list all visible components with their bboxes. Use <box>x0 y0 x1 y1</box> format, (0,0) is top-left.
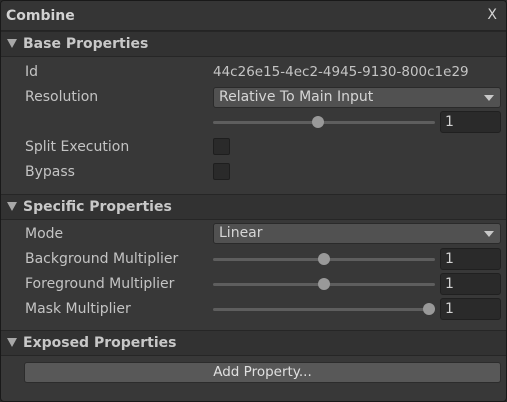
split-execution-label: Split Execution <box>25 139 130 155</box>
close-button[interactable]: X <box>487 7 497 23</box>
mask-multiplier-slider[interactable] <box>213 302 435 316</box>
triangle-down-icon <box>7 39 17 48</box>
section-header-base-properties[interactable]: Base Properties <box>1 31 506 57</box>
mask-multiplier-field[interactable]: 1 <box>440 298 501 320</box>
background-multiplier-slider[interactable] <box>213 252 435 266</box>
mode-dropdown-value: Linear <box>219 225 263 241</box>
id-value: 44c26e15-4ec2-4945-9130-800c1e29 <box>213 64 469 80</box>
slider-track <box>213 121 435 124</box>
slider-thumb[interactable] <box>318 278 330 290</box>
bypass-label: Bypass <box>25 164 75 180</box>
background-multiplier-label: Background Multiplier <box>25 251 179 267</box>
triangle-down-icon <box>7 338 17 347</box>
section-header-specific-properties[interactable]: Specific Properties <box>1 194 506 220</box>
section-header-exposed-properties[interactable]: Exposed Properties <box>1 330 506 356</box>
slider-track <box>213 308 435 311</box>
foreground-multiplier-slider[interactable] <box>213 277 435 291</box>
resolution-label: Resolution <box>25 89 99 105</box>
resolution-number-value: 1 <box>445 114 454 130</box>
triangle-down-icon <box>7 202 17 211</box>
chevron-down-icon <box>484 231 494 237</box>
mode-label: Mode <box>25 226 64 242</box>
background-multiplier-value: 1 <box>445 251 454 267</box>
title-bar: Combine X <box>1 1 506 31</box>
section-title-specific-properties: Specific Properties <box>23 199 172 215</box>
slider-thumb[interactable] <box>318 253 330 265</box>
add-property-button[interactable]: Add Property... <box>24 362 501 383</box>
slider-thumb[interactable] <box>311 116 324 128</box>
mask-multiplier-label: Mask Multiplier <box>25 301 131 317</box>
resolution-slider[interactable] <box>213 115 435 129</box>
resolution-dropdown-value: Relative To Main Input <box>219 89 374 105</box>
foreground-multiplier-label: Foreground Multiplier <box>25 276 175 292</box>
chevron-down-icon <box>484 95 494 101</box>
mask-multiplier-value: 1 <box>445 301 454 317</box>
split-execution-checkbox[interactable] <box>213 138 230 155</box>
bypass-checkbox[interactable] <box>213 163 230 180</box>
resolution-dropdown[interactable]: Relative To Main Input <box>213 87 501 108</box>
mode-dropdown[interactable]: Linear <box>213 223 501 244</box>
id-label: Id <box>25 64 39 80</box>
combine-window: Combine X Base Properties Id 44c26e15-4e… <box>0 0 507 402</box>
section-title-exposed-properties: Exposed Properties <box>23 335 177 351</box>
background-multiplier-field[interactable]: 1 <box>440 248 501 270</box>
foreground-multiplier-field[interactable]: 1 <box>440 273 501 295</box>
slider-thumb[interactable] <box>423 303 435 315</box>
window-title: Combine <box>6 8 75 24</box>
foreground-multiplier-value: 1 <box>445 276 454 292</box>
resolution-number-field[interactable]: 1 <box>440 111 501 133</box>
section-title-base-properties: Base Properties <box>23 36 149 52</box>
